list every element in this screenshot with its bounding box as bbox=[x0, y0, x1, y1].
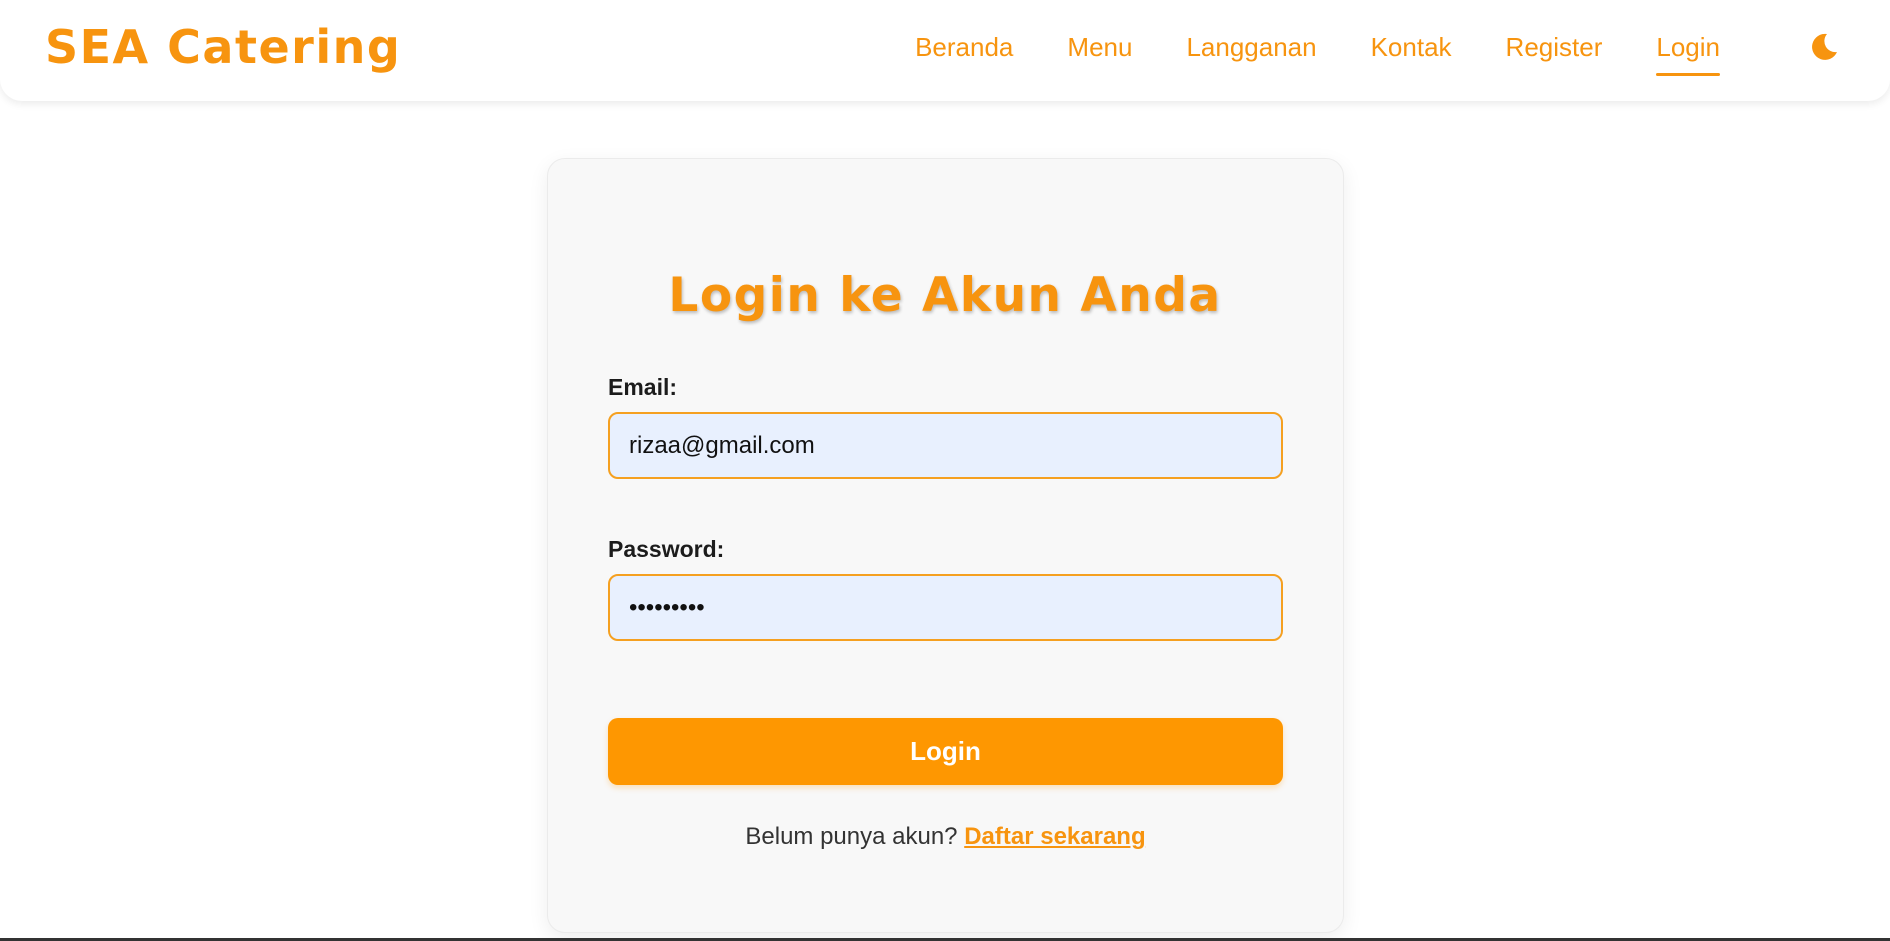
nav-link-menu[interactable]: Menu bbox=[1067, 30, 1132, 64]
nav-link-langganan[interactable]: Langganan bbox=[1186, 30, 1316, 64]
nav-links: Beranda Menu Langganan Kontak Register L… bbox=[915, 30, 1720, 76]
nav-link-beranda[interactable]: Beranda bbox=[915, 30, 1013, 64]
password-label: Password: bbox=[608, 536, 725, 562]
password-input[interactable] bbox=[608, 574, 1283, 641]
login-title: Login ke Akun Anda bbox=[668, 268, 1222, 323]
brand-logo[interactable]: SEA Catering bbox=[45, 21, 401, 73]
register-prompt-row: Belum punya akun? Daftar sekarang bbox=[547, 822, 1344, 852]
email-label: Email: bbox=[608, 374, 678, 400]
register-prompt-text: Belum punya akun? bbox=[745, 823, 958, 850]
nav-link-register[interactable]: Register bbox=[1506, 30, 1603, 64]
login-button[interactable]: Login bbox=[608, 718, 1283, 785]
navbar: SEA Catering Beranda Menu Langganan Kont… bbox=[0, 0, 1890, 101]
nav-link-kontak[interactable]: Kontak bbox=[1371, 30, 1452, 64]
nav-link-login[interactable]: Login bbox=[1656, 30, 1720, 76]
email-input[interactable] bbox=[608, 412, 1283, 479]
register-link[interactable]: Daftar sekarang bbox=[964, 823, 1145, 850]
moon-icon[interactable] bbox=[1809, 32, 1839, 62]
